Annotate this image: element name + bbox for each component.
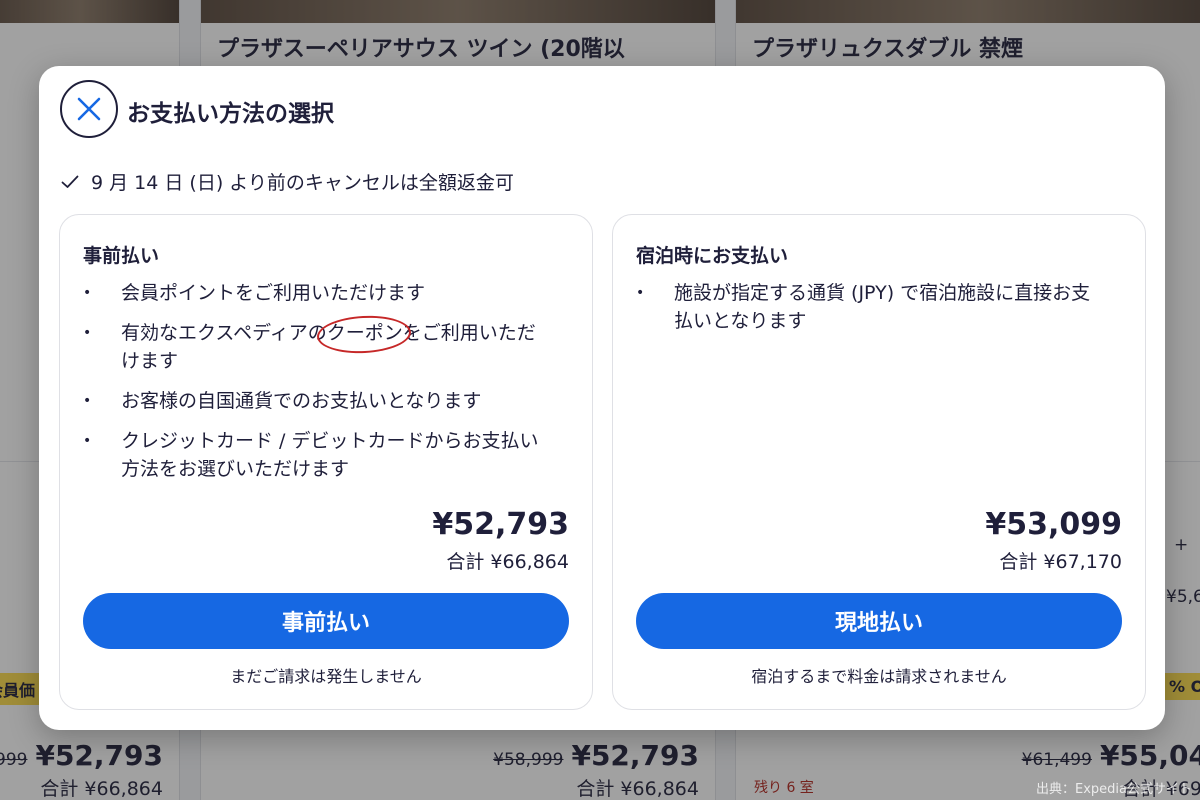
list-item: 会員ポイントをご利用いただけます	[83, 279, 553, 307]
close-icon	[77, 97, 101, 121]
benefit-list: 施設が指定する通貨 (JPY) で宿泊施設に直接お支払いとなります	[636, 279, 1106, 347]
option-title: 宿泊時にお支払い	[636, 245, 789, 267]
list-item: お客様の自国通貨でのお支払いとなります	[83, 387, 553, 415]
cancellation-text: 9 月 14 日 (日) より前のキャンセルは全額返金可	[91, 172, 514, 194]
cancellation-policy: 9 月 14 日 (日) より前のキャンセルは全額返金可	[61, 168, 514, 195]
prepay-button[interactable]: 事前払い	[83, 593, 569, 649]
price-area: ¥53,099 合計 ¥67,170	[985, 507, 1122, 574]
list-item: 施設が指定する通貨 (JPY) で宿泊施設に直接お支払いとなります	[636, 279, 1106, 335]
close-button[interactable]	[60, 80, 118, 138]
option-price: ¥52,793	[432, 507, 569, 542]
benefit-list: 会員ポイントをご利用いただけます 有効なエクスペディアのクーポンをご利用いただけ…	[83, 279, 553, 495]
pay-at-property-button[interactable]: 現地払い	[636, 593, 1122, 649]
option-title: 事前払い	[83, 245, 160, 267]
source-credit: 出典：Expedia公式サイト	[1036, 782, 1192, 797]
coupon-highlight: クーポン	[327, 319, 403, 347]
pay-at-property-option-card: 宿泊時にお支払い 施設が指定する通貨 (JPY) で宿泊施設に直接お支払いとなり…	[612, 214, 1146, 710]
prepay-option-card: 事前払い 会員ポイントをご利用いただけます 有効なエクスペディアのクーポンをご利…	[59, 214, 593, 710]
option-price: ¥53,099	[985, 507, 1122, 542]
option-total: 合計 ¥67,170	[999, 551, 1122, 573]
billing-note: まだご請求は発生しません	[230, 667, 422, 686]
checkmark-icon	[61, 175, 79, 188]
option-total: 合計 ¥66,864	[446, 551, 569, 573]
dialog-title: お支払い方法の選択	[127, 101, 334, 127]
list-item: クレジットカード / デビットカードからお支払い方法をお選びいただけます	[83, 427, 553, 483]
payment-method-dialog: お支払い方法の選択 9 月 14 日 (日) より前のキャンセルは全額返金可 事…	[39, 66, 1165, 730]
list-item: 有効なエクスペディアのクーポンをご利用いただけます	[83, 319, 553, 375]
price-area: ¥52,793 合計 ¥66,864	[432, 507, 569, 574]
billing-note: 宿泊するまで料金は請求されません	[751, 667, 1007, 686]
